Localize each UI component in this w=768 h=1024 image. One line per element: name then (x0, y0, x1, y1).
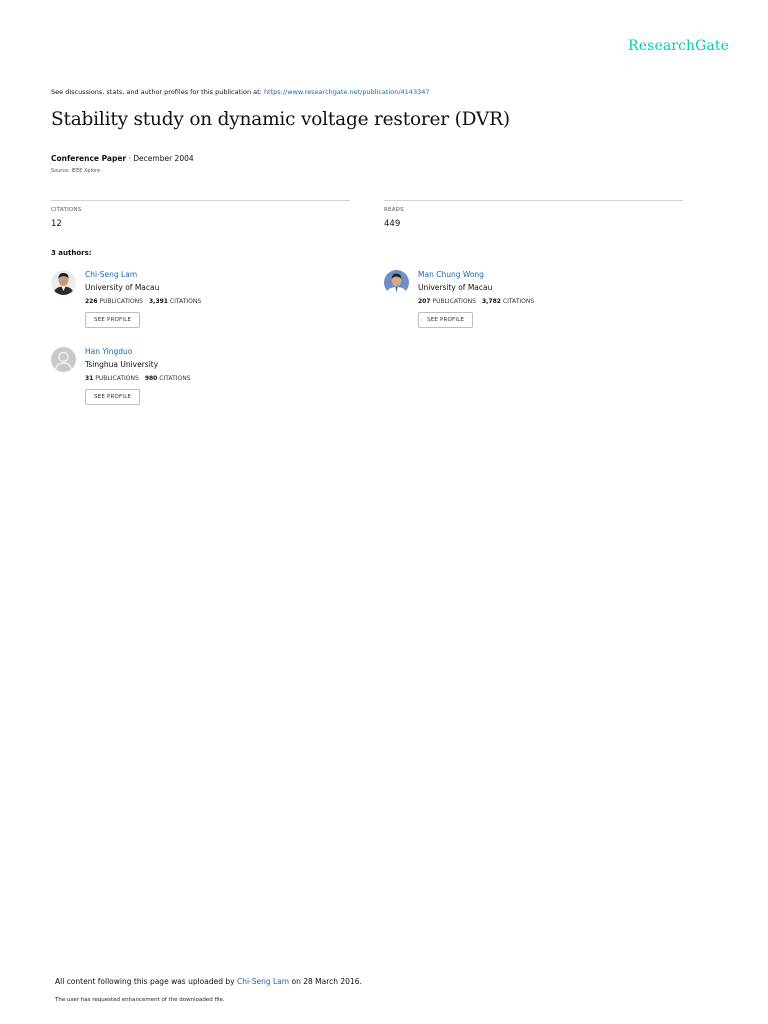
author-counts: 226 PUBLICATIONS 3,391 CITATIONS (85, 298, 201, 305)
publications-count: 207 (418, 298, 431, 305)
see-profile-button[interactable]: SEE PROFILE (85, 389, 141, 405)
paper-type: Conference Paper (51, 154, 127, 163)
uploader-link[interactable]: Chi-Seng Lam (237, 977, 289, 986)
citations-count: 3,391 (148, 298, 168, 305)
citations-count-label: CITATIONS (159, 375, 191, 382)
reads-stat: READS 449 (384, 200, 683, 229)
citations-value: 12 (51, 219, 62, 229)
publications-label: PUBLICATIONS (99, 298, 143, 305)
publications-count: 226 (85, 298, 98, 305)
author-name-link[interactable]: Chi-Seng Lam (85, 270, 201, 279)
citations-count-label: CITATIONS (169, 298, 202, 305)
paper-date: December 2004 (133, 154, 194, 163)
author-info: Han Yingduo Tsinghua University 31 PUBLI… (85, 347, 191, 405)
upload-notice: All content following this page was uplo… (55, 977, 362, 986)
citations-count-label: CITATIONS (502, 298, 535, 305)
see-profile-button[interactable]: SEE PROFILE (418, 312, 474, 328)
researchgate-logo[interactable]: ResearchGate (628, 38, 729, 54)
author-institution: Tsinghua University (85, 360, 159, 369)
default-avatar-icon[interactable] (51, 347, 76, 372)
avatar[interactable] (384, 270, 409, 295)
author-name-link[interactable]: Han Yingduo (85, 347, 191, 356)
citations-count: 3,782 (481, 298, 501, 305)
paper-source: Source: IEEE Xplore (51, 168, 101, 174)
citations-stat: CITATIONS 12 (51, 200, 350, 229)
citations-count: 980 (144, 375, 158, 382)
upload-suffix: on 28 March 2016. (289, 977, 362, 986)
publications-label: PUBLICATIONS (432, 298, 476, 305)
authors-heading: 3 authors: (51, 249, 92, 257)
author-counts: 31 PUBLICATIONS 980 CITATIONS (85, 375, 191, 382)
publications-count: 31 (85, 375, 94, 382)
author-institution: University of Macau (85, 283, 160, 292)
author-info: Man Chung Wong University of Macau 207 P… (418, 270, 534, 328)
publication-link[interactable]: https://www.researchgate.net/publication… (264, 88, 430, 96)
discussion-notice: See discussions, stats, and author profi… (51, 88, 429, 96)
reads-label: READS (384, 207, 404, 213)
paper-type-line: Conference Paper · December 2004 (51, 154, 194, 163)
publications-label: PUBLICATIONS (95, 375, 139, 382)
avatar[interactable] (51, 270, 76, 295)
enhancement-note: The user has requested enhancement of th… (55, 997, 225, 1003)
reads-value: 449 (384, 219, 401, 229)
citations-label: CITATIONS (51, 207, 82, 213)
author-institution: University of Macau (418, 283, 493, 292)
see-profile-button[interactable]: SEE PROFILE (85, 312, 141, 328)
author-name-link[interactable]: Man Chung Wong (418, 270, 534, 279)
upload-prefix: All content following this page was uplo… (55, 977, 237, 986)
author-counts: 207 PUBLICATIONS 3,782 CITATIONS (418, 298, 534, 305)
author-info: Chi-Seng Lam University of Macau 226 PUB… (85, 270, 201, 328)
paper-title: Stability study on dynamic voltage resto… (51, 109, 510, 130)
discussion-text: See discussions, stats, and author profi… (51, 88, 264, 96)
